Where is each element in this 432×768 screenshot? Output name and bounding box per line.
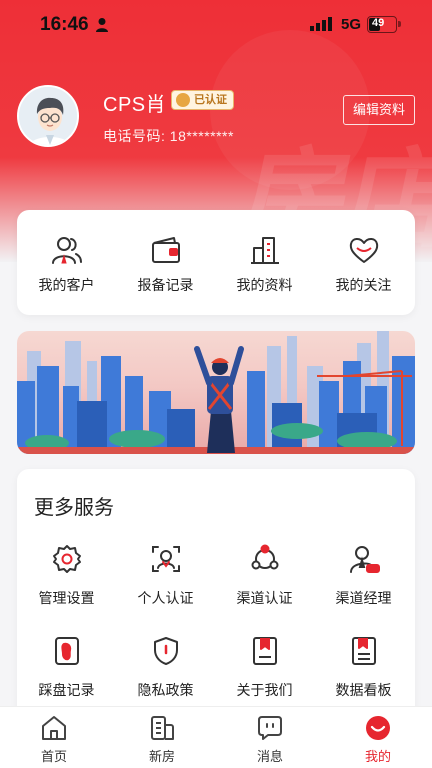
tab-label: 消息 <box>256 749 283 764</box>
service-label: 渠道经理 <box>335 590 392 606</box>
tab-label: 我的 <box>364 749 391 764</box>
service-label: 数据看板 <box>335 682 392 698</box>
quick-action-label: 报备记录 <box>137 277 194 293</box>
battery-level: 49 <box>372 17 385 29</box>
network-type: 5G <box>341 16 362 33</box>
quick-action-my-profile[interactable]: 我的资料 <box>215 210 314 315</box>
service-label: 关于我们 <box>236 682 293 698</box>
message-icon <box>258 716 282 740</box>
promo-banner[interactable] <box>17 331 415 454</box>
signal-icon <box>310 17 332 31</box>
more-services-card: 更多服务 管理设置 个人认证 渠道认证 渠道经理 踩盘记录 隐私政策 关于我们 … <box>17 469 415 719</box>
service-management-settings[interactable]: 管理设置 <box>17 543 116 623</box>
service-privacy-policy[interactable]: 隐私政策 <box>116 635 215 715</box>
service-channel-manager[interactable]: 渠道经理 <box>314 543 413 623</box>
building-tab-icon <box>151 716 174 740</box>
status-time: 16:46 <box>40 14 89 35</box>
quick-action-label: 我的资料 <box>236 277 293 293</box>
service-label: 踩盘记录 <box>38 682 95 698</box>
service-label: 隐私政策 <box>137 682 194 698</box>
profile-tab-icon <box>366 716 390 740</box>
tab-mine[interactable]: 我的 <box>324 707 432 768</box>
quick-actions-card: 我的客户 报备记录 我的资料 我的关注 <box>17 210 415 315</box>
dashboard-icon <box>352 637 376 665</box>
service-site-visit-records[interactable]: 踩盘记录 <box>17 635 116 715</box>
wallet-icon <box>152 237 180 263</box>
phone-number: 电话号码: 18******** <box>103 128 234 144</box>
service-data-dashboard[interactable]: 数据看板 <box>314 635 413 715</box>
battery-icon: 49 <box>367 16 401 33</box>
tab-new-homes[interactable]: 新房 <box>108 707 216 768</box>
shield-icon <box>154 637 178 665</box>
quick-action-label: 我的客户 <box>38 277 95 293</box>
service-channel-verification[interactable]: 渠道认证 <box>215 543 314 623</box>
footprint-icon <box>55 637 79 665</box>
tab-label: 首页 <box>40 749 67 764</box>
heart-icon <box>349 238 379 263</box>
medal-icon <box>176 93 190 107</box>
customer-icon <box>52 237 82 264</box>
service-label: 个人认证 <box>137 590 194 606</box>
edit-profile-button[interactable]: 编辑资料 <box>343 95 415 125</box>
city-skyline-illustration <box>17 331 415 454</box>
building-icon <box>251 237 279 264</box>
more-services-title: 更多服务 <box>34 497 114 519</box>
tab-home[interactable]: 首页 <box>0 707 108 768</box>
manager-icon <box>350 546 380 573</box>
service-about-us[interactable]: 关于我们 <box>215 635 314 715</box>
username: CPS肖 <box>103 94 167 116</box>
face-scan-icon <box>152 546 180 572</box>
verified-badge-label: 已认证 <box>194 94 227 106</box>
tab-label: 新房 <box>148 749 175 764</box>
quick-action-filing-records[interactable]: 报备记录 <box>116 210 215 315</box>
home-icon <box>42 716 66 740</box>
avatar[interactable] <box>17 85 79 147</box>
service-personal-verification[interactable]: 个人认证 <box>116 543 215 623</box>
person-icon <box>96 18 108 32</box>
verified-badge: 已认证 <box>171 90 234 110</box>
quick-action-my-follows[interactable]: 我的关注 <box>314 210 413 315</box>
quick-action-label: 我的关注 <box>335 277 392 293</box>
bottom-tab-bar: 首页 新房 消息 我的 <box>0 706 432 768</box>
status-bar: 16:46 5G 49 <box>0 0 432 50</box>
network-icon <box>251 544 279 570</box>
bookmark-icon <box>253 637 277 665</box>
gear-icon <box>53 545 81 573</box>
service-label: 渠道认证 <box>236 590 293 606</box>
service-label: 管理设置 <box>38 590 95 606</box>
tab-messages[interactable]: 消息 <box>216 707 324 768</box>
quick-action-my-customers[interactable]: 我的客户 <box>17 210 116 315</box>
